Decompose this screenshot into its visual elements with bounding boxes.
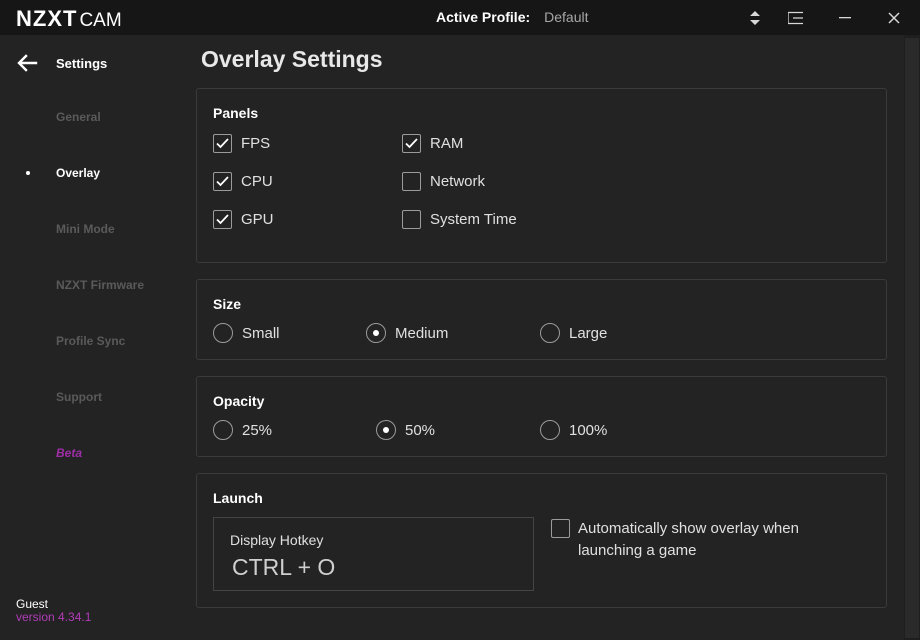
checkbox-check-icon[interactable] — [213, 172, 232, 191]
radio-size-medium[interactable]: Medium — [366, 323, 448, 343]
radio-button[interactable] — [540, 420, 560, 440]
page-title: Overlay Settings — [201, 46, 383, 72]
sidebar-item-mini-mode[interactable]: Mini Mode — [56, 222, 115, 236]
checkbox-check-icon[interactable] — [213, 134, 232, 153]
radio-size-large[interactable]: Large — [540, 323, 607, 343]
sort-arrows-icon[interactable] — [742, 0, 768, 35]
radio-label: 100% — [569, 421, 608, 439]
hotkey-value[interactable]: CTRL + O — [232, 554, 335, 581]
menu-icon[interactable] — [783, 0, 809, 35]
checkbox-cpu[interactable]: CPU — [213, 172, 273, 191]
sidebar-item-support[interactable]: Support — [56, 390, 102, 404]
sidebar-item-general[interactable]: General — [56, 110, 101, 124]
back-arrow-icon[interactable] — [16, 53, 38, 73]
radio-button-selected[interactable] — [366, 323, 386, 343]
checkbox-system-time[interactable]: System Time — [402, 210, 517, 229]
version-text: version 4.34.1 — [16, 610, 92, 624]
hotkey-label: Display Hotkey — [230, 532, 324, 548]
display-hotkey-field[interactable]: Display Hotkey CTRL + O — [213, 517, 534, 591]
radio-label: 50% — [405, 421, 436, 439]
scrollbar-thumb[interactable] — [905, 38, 919, 638]
radio-opacity-50[interactable]: 50% — [376, 420, 435, 440]
launch-section: Launch Display Hotkey CTRL + O Automatic… — [196, 473, 887, 608]
checkbox-ram[interactable]: RAM — [402, 134, 463, 153]
active-profile-value[interactable]: Default — [544, 9, 588, 25]
title-bar: NZXT CAM Active Profile: Default — [0, 0, 920, 35]
auto-show-label: Automatically show overlay when launchin… — [578, 520, 799, 559]
checkbox-label: CPU — [241, 173, 273, 190]
panels-section: Panels FPS CPU GPU RAM Network System Ti… — [196, 88, 887, 263]
radio-dot-icon — [373, 330, 379, 336]
checkbox-label: RAM — [430, 135, 464, 152]
active-indicator-dot — [26, 171, 30, 175]
checkbox-label: Network — [430, 173, 486, 190]
logo-cam-text: CAM — [79, 10, 122, 31]
user-name: Guest — [16, 597, 49, 611]
radio-button[interactable] — [213, 323, 233, 343]
size-section-title: Size — [213, 296, 242, 312]
opacity-section: Opacity 25% 50% 100% — [196, 376, 887, 457]
radio-size-small[interactable]: Small — [213, 323, 280, 343]
radio-button[interactable] — [540, 323, 560, 343]
checkbox-network[interactable]: Network — [402, 172, 485, 191]
nzxt-cam-logo: NZXT CAM — [16, 6, 122, 31]
radio-dot-icon — [383, 427, 389, 433]
radio-opacity-100[interactable]: 100% — [540, 420, 607, 440]
sidebar-item-overlay[interactable]: Overlay — [56, 166, 100, 180]
radio-button[interactable] — [213, 420, 233, 440]
checkbox-label: System Time — [430, 211, 517, 228]
sidebar-item-nzxt-firmware[interactable]: NZXT Firmware — [56, 278, 144, 292]
radio-opacity-25[interactable]: 25% — [213, 420, 272, 440]
checkbox-empty[interactable] — [402, 210, 421, 229]
checkbox-empty[interactable] — [402, 172, 421, 191]
active-profile[interactable]: Active Profile: Default — [436, 9, 589, 25]
radio-button-selected[interactable] — [376, 420, 396, 440]
checkbox-auto-show-overlay[interactable]: Automatically show overlay when launchin… — [551, 518, 838, 562]
checkbox-empty[interactable] — [551, 519, 570, 538]
panels-section-title: Panels — [213, 105, 259, 121]
size-section: Size Small Medium Large — [196, 279, 887, 360]
checkbox-gpu[interactable]: GPU — [213, 210, 274, 229]
settings-back-label[interactable]: Settings — [56, 56, 107, 71]
launch-section-title: Launch — [213, 490, 263, 506]
sidebar-item-profile-sync[interactable]: Profile Sync — [56, 334, 125, 348]
minimize-icon[interactable] — [832, 0, 858, 35]
logo-nzxt-text: NZXT — [16, 6, 78, 31]
radio-label: 25% — [242, 421, 273, 439]
active-profile-label: Active Profile: — [436, 9, 531, 25]
opacity-section-title: Opacity — [213, 393, 265, 409]
checkbox-label: GPU — [241, 211, 274, 228]
radio-label: Small — [242, 324, 280, 342]
checkbox-label: FPS — [241, 135, 271, 152]
radio-label: Medium — [395, 324, 449, 342]
checkbox-check-icon[interactable] — [402, 134, 421, 153]
radio-label: Large — [569, 324, 608, 342]
sidebar-item-beta[interactable]: Beta — [56, 446, 82, 460]
close-icon[interactable] — [881, 0, 907, 35]
checkbox-check-icon[interactable] — [213, 210, 232, 229]
checkbox-fps[interactable]: FPS — [213, 134, 270, 153]
sidebar: Settings General Overlay Mini Mode NZXT … — [0, 35, 186, 640]
